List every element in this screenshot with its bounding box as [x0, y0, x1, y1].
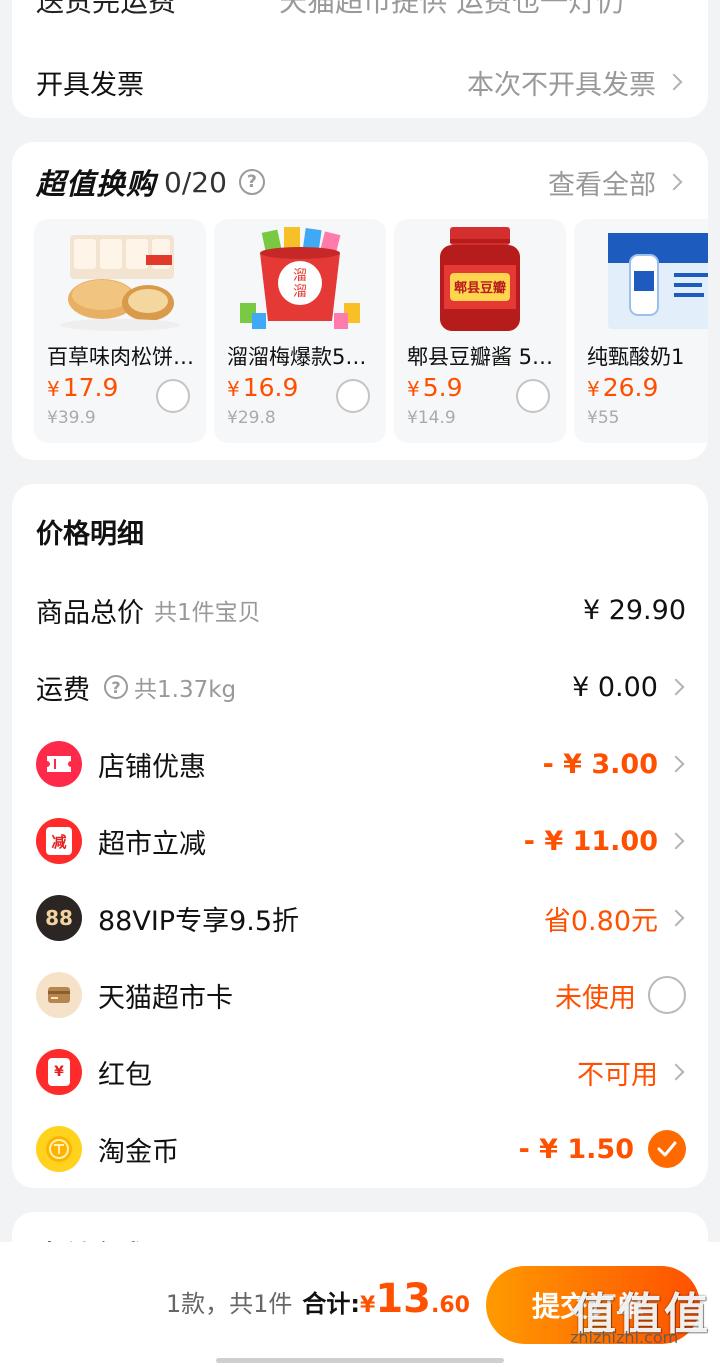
invoice-value: 本次不开具发票 — [467, 69, 656, 101]
shop-discount-value: - ¥ 3.00 — [542, 748, 658, 780]
product-image-plum: 溜 溜 — [240, 227, 360, 329]
product-image-pastry — [60, 235, 180, 331]
invoice-card: 送货完运费 天猫超市提供 运费也一灯仍 开具发票 本次不开具发票 — [12, 0, 708, 118]
vip-88-icon: 88 — [36, 895, 82, 941]
product-name: 溜溜梅爆款5… — [227, 345, 367, 369]
total-currency: ¥ — [360, 1293, 376, 1318]
product-price: ¥5.9 — [407, 373, 463, 402]
swap-product-list[interactable]: 百草味肉松饼… ¥17.9 ¥39.9 溜 溜 溜溜梅爆款5… ¥ 16.9 ¥… — [34, 219, 708, 443]
chevron-right-icon — [665, 173, 683, 191]
total-decimal: .60 — [431, 1293, 470, 1318]
coins-checkbox[interactable] — [648, 1130, 686, 1168]
shipping-label: 运费 — [36, 674, 90, 706]
product-original-price: ¥55 — [587, 408, 620, 428]
red-packet-icon: ¥ — [36, 1049, 82, 1095]
market-discount-label: 超市立减 — [98, 828, 206, 860]
product-select-radio[interactable] — [516, 379, 550, 413]
swap-count: 0/20 — [164, 165, 227, 199]
check-icon — [657, 1141, 677, 1157]
chevron-right-icon — [667, 1063, 685, 1081]
help-icon[interactable]: ? — [104, 675, 128, 699]
vip-value: 省0.80元 — [543, 905, 658, 937]
item-count: 1款，共1件 — [165, 1290, 293, 1318]
red-packet-row[interactable]: ¥ 红包 不可用 — [36, 1048, 686, 1096]
goods-count: 共1件宝贝 — [154, 600, 261, 626]
price-detail-title: 价格明细 — [36, 519, 144, 550]
order-summary: 1款，共1件 合计: ¥ 13 .60 — [166, 1276, 470, 1322]
chevron-right-icon — [667, 909, 685, 927]
product-name: 纯甄酸奶1 — [587, 345, 685, 369]
watermark-logo: 值值值 zhizhizhi.com — [570, 1289, 710, 1347]
product-price: ¥16.9 — [227, 373, 299, 402]
shipping-weight: 共1.37kg — [134, 677, 237, 703]
view-all-link[interactable]: 查看全部 — [548, 163, 684, 202]
chevron-right-icon — [667, 678, 685, 696]
red-packet-label: 红包 — [98, 1059, 152, 1091]
shop-discount-label: 店铺优惠 — [98, 751, 206, 783]
product-original-price: ¥29.8 — [227, 408, 276, 428]
goods-total-label: 商品总价 — [36, 597, 144, 629]
vip-row[interactable]: 88 88VIP专享9.5折 省0.80元 — [36, 894, 686, 942]
home-indicator — [216, 1358, 504, 1363]
shop-discount-row[interactable]: 店铺优惠 - ¥ 3.00 — [36, 740, 686, 788]
svg-text:溜: 溜 — [293, 284, 307, 300]
invoice-label: 开具发票 — [36, 69, 144, 101]
ticket-icon — [36, 741, 82, 787]
swap-card: 超值换购 0/20 ? 查看全部 百草味肉松饼… ¥ 17.9 ¥39.9 溜 … — [12, 142, 708, 460]
vip-label: 88VIP专享9.5折 — [98, 905, 300, 937]
market-discount-row[interactable]: 减 超市立减 - ¥ 11.00 — [36, 817, 686, 865]
product-image-bean-paste: 郫县豆瓣 — [440, 227, 520, 331]
delivery-value: 天猫超市提供 运费也一灯仍 — [279, 0, 624, 18]
product-image-yogurt — [608, 233, 708, 329]
swap-title: 超值换购 — [36, 167, 157, 201]
product-name: 百草味肉松饼… — [47, 345, 194, 369]
discount-icon: 减 — [36, 818, 82, 864]
product-card[interactable]: 溜 溜 溜溜梅爆款5… ¥16.9 ¥29.8 — [214, 219, 386, 443]
card-icon — [36, 972, 82, 1018]
red-packet-value: 不可用 — [577, 1059, 658, 1091]
shipping-value: ¥ 0.00 — [572, 671, 658, 703]
goods-total-row: 商品总价 共1件宝贝 ¥ 29.90 — [36, 586, 686, 634]
shipping-row[interactable]: 运费 ? 共1.37kg ¥ 0.00 — [36, 663, 686, 711]
product-card[interactable]: 纯甄酸奶1 ¥26.9 ¥55 — [574, 219, 708, 443]
product-select-radio[interactable] — [336, 379, 370, 413]
chevron-right-icon — [667, 832, 685, 850]
price-detail-card: 价格明细 商品总价 共1件宝贝 ¥ 29.90 运费 ? 共1.37kg ¥ 0… — [12, 484, 708, 1188]
svg-text:溜: 溜 — [293, 268, 307, 284]
product-card[interactable]: 百草味肉松饼… ¥17.9 ¥39.9 — [34, 219, 206, 443]
swap-header: 超值换购 0/20 ? 查看全部 — [36, 162, 684, 202]
total-label: 合计: — [302, 1290, 361, 1318]
coins-label: 淘金币 — [98, 1136, 179, 1168]
total-integer: 13 — [375, 1276, 432, 1322]
product-select-radio[interactable] — [156, 379, 190, 413]
coins-value: - ¥ 1.50 — [518, 1133, 634, 1165]
delivery-row[interactable]: 送货完运费 天猫超市提供 运费也一灯仍 — [36, 0, 684, 20]
view-all-label: 查看全部 — [548, 169, 656, 201]
market-card-label: 天猫超市卡 — [98, 982, 233, 1014]
market-card-value: 未使用 — [555, 982, 636, 1014]
delivery-label: 送货完运费 — [36, 0, 177, 18]
help-icon[interactable]: ? — [238, 169, 265, 195]
product-original-price: ¥39.9 — [47, 408, 96, 428]
market-discount-value: - ¥ 11.00 — [523, 825, 658, 857]
product-price: ¥17.9 — [47, 373, 119, 402]
invoice-row[interactable]: 开具发票 本次不开具发票 — [36, 62, 684, 102]
svg-text:郫县豆瓣: 郫县豆瓣 — [454, 280, 506, 296]
product-price: ¥26.9 — [587, 373, 659, 402]
coins-row[interactable]: 淘金币 - ¥ 1.50 — [36, 1125, 686, 1173]
product-original-price: ¥14.9 — [407, 408, 456, 428]
product-name: 郫县豆瓣酱 5… — [407, 345, 554, 369]
product-card[interactable]: 郫县豆瓣 郫县豆瓣酱 5… ¥5.9 ¥14.9 — [394, 219, 566, 443]
market-card-row[interactable]: 天猫超市卡 未使用 — [36, 971, 686, 1019]
chevron-right-icon — [665, 73, 683, 91]
goods-total-value: ¥ 29.90 — [582, 594, 686, 626]
gold-coin-icon — [36, 1126, 82, 1172]
chevron-right-icon — [667, 755, 685, 773]
market-card-checkbox[interactable] — [648, 976, 686, 1014]
